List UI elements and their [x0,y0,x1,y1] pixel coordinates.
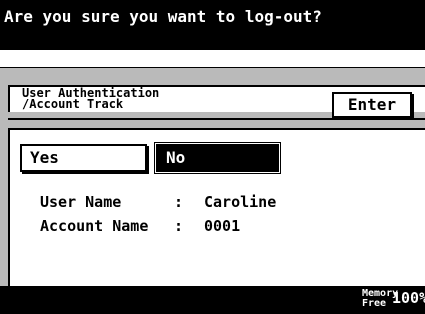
enter-button[interactable]: Enter [332,92,412,118]
yes-button[interactable]: Yes [20,144,147,172]
account-name-value: 0001 [204,217,241,235]
logout-confirm-screen: Are you sure you want to log-out? User A… [0,0,425,314]
memory-label-line2: Free [362,298,387,309]
logout-prompt: Are you sure you want to log-out? [0,0,425,50]
user-name-label: User Name [40,193,122,211]
user-name-value: Caroline [204,193,277,211]
function-tab-label: User Authentication /Account Track [22,87,242,111]
tab-label-line2: /Account Track [22,97,124,111]
memory-free-label: Memory Free [362,289,398,309]
message-area [0,50,425,68]
user-name-row: User Name: Caroline [40,193,276,211]
account-name-row: Account Name: 0001 [40,217,240,235]
account-name-label: Account Name [40,217,149,235]
account-name-separator: : [174,217,184,235]
user-name-separator: : [174,193,184,211]
memory-free-value: 100% [392,289,425,307]
status-bar: Memory Free 100% [0,286,425,314]
no-button[interactable]: No [154,142,281,174]
